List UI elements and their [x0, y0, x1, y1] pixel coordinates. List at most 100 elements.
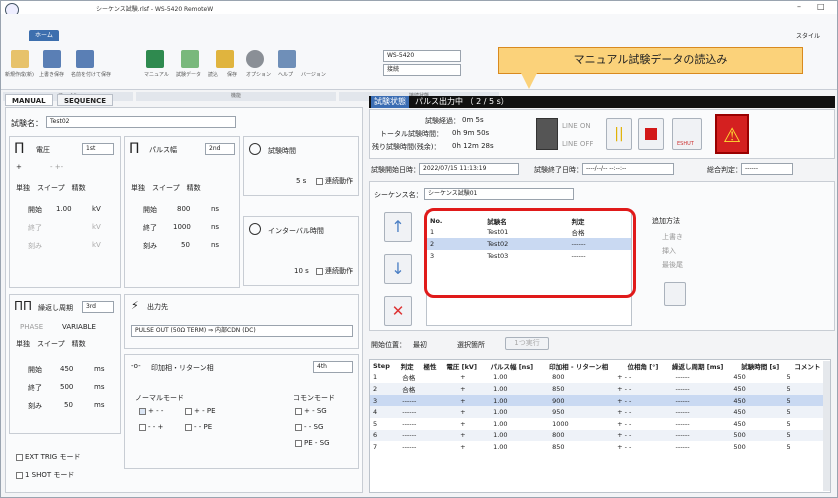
step-row[interactable]: 1 合格 +1.00 800 + - - ------ 450 5	[370, 372, 830, 384]
add-overwrite-radio[interactable]: 上書き	[662, 232, 683, 242]
step-row[interactable]: 7 ------ +1.00 850 + - - ------ 500 5	[370, 441, 830, 453]
model-select[interactable]: WS-5420	[383, 50, 461, 62]
tab-manual[interactable]: MANUAL	[5, 94, 53, 106]
step-table-scrollbar[interactable]	[823, 361, 830, 491]
c1-check[interactable]: + - SG	[295, 407, 327, 415]
move-up-button[interactable]: ↑	[384, 212, 412, 242]
polarity-minus[interactable]: - +-	[50, 163, 63, 171]
load-icon[interactable]	[181, 50, 199, 68]
period-select[interactable]: 3rd	[82, 301, 114, 313]
variable-radio[interactable]: VARIABLE	[62, 323, 96, 331]
pulse-start-value[interactable]: 800	[177, 205, 190, 213]
save-as-icon[interactable]	[76, 50, 94, 68]
step-cell: + - -	[617, 384, 632, 393]
add-insert-radio[interactable]: 挿入	[662, 246, 676, 256]
pulse-sweep-tabs[interactable]: 単独 スイープ 精数	[131, 183, 201, 193]
delete-button[interactable]: ✕	[384, 296, 412, 326]
line-on-label: LINE ON	[562, 122, 591, 130]
switch-select[interactable]: 4th	[313, 361, 353, 373]
period-step-value[interactable]: 50	[64, 401, 73, 409]
minimize-button[interactable]: –	[797, 2, 801, 11]
step-cell: ------	[675, 442, 690, 451]
tab-home[interactable]: ホーム	[29, 30, 59, 41]
start-pos-sel-radio[interactable]: 選択箇所	[457, 340, 485, 350]
ribbon-label: 名前を付けて保存	[71, 72, 112, 78]
step-cell: 7	[373, 442, 378, 451]
period-icon: ΠΠ	[14, 299, 33, 313]
step-cell: 5	[786, 419, 791, 428]
tab-sequence[interactable]: SEQUENCE	[57, 94, 114, 106]
test-time-panel: 試験時間 5 s 連続動作	[243, 136, 359, 196]
voltage-select[interactable]: 1st	[82, 143, 114, 155]
step-row[interactable]: 3 ------ +1.00 900 + - - ------ 450 5	[370, 394, 830, 407]
pulse-start-label: 開始	[143, 206, 157, 214]
step-cell: + - -	[617, 442, 632, 451]
pause-button[interactable]: ||	[606, 118, 632, 150]
step-cell: 5	[786, 373, 791, 382]
status-label: 試験状態	[371, 96, 409, 108]
seq-name-input[interactable]: シーケンス試験01	[424, 188, 574, 200]
c2-check[interactable]: - - SG	[295, 423, 323, 431]
new-file-icon[interactable]	[11, 50, 29, 68]
pulse-step-value[interactable]: 50	[181, 241, 190, 249]
interval-panel: インターバル時間 10 s 連続動作	[243, 216, 359, 286]
pulse-end-value[interactable]: 1000	[173, 223, 191, 231]
step-row[interactable]: 4 ------ +1.00 950 + - - ------ 450 5	[370, 406, 830, 418]
status-bar: 試験状態 パルス出力中 （ 2 / 5 s）	[369, 96, 835, 108]
ext-trig-check[interactable]: EXT TRIG モード	[16, 452, 80, 462]
excel-icon[interactable]	[146, 50, 164, 68]
n3-check[interactable]: - - +	[139, 423, 163, 431]
title-bar: シーケンス試験.rlsf - WS-5420 RemoteW – □	[1, 1, 837, 17]
phase-radio[interactable]: PHASE	[20, 323, 43, 331]
test-time-value[interactable]: 5 s	[296, 177, 306, 185]
n1-check[interactable]: + - -	[139, 407, 163, 415]
c3-check[interactable]: PE - SG	[295, 439, 330, 447]
single-run-button[interactable]: 1つ実行	[505, 337, 549, 350]
eshut-button[interactable]: ESHUT	[672, 118, 702, 150]
start-pos-first-radio[interactable]: 最初	[413, 340, 427, 350]
stop-button[interactable]	[638, 118, 664, 150]
add-last-radio[interactable]: 最後尾	[662, 260, 683, 270]
polarity-plus[interactable]: +	[16, 163, 22, 171]
lock-icon[interactable]	[216, 50, 234, 68]
interval-value[interactable]: 10 s	[294, 267, 309, 275]
n4-label: - - PE	[194, 423, 213, 431]
interval-cont-check[interactable]: 連続動作	[316, 266, 353, 276]
period-step-label: 刻み	[28, 402, 42, 410]
maximize-button[interactable]: □	[817, 2, 825, 11]
n3-label: - - +	[148, 423, 164, 431]
period-start-label: 開始	[28, 366, 42, 374]
save-icon[interactable]	[43, 50, 61, 68]
pulse-select[interactable]: 2nd	[205, 143, 235, 155]
step-row[interactable]: 5 ------ +1.00 1000 + - - ------ 450 5	[370, 418, 830, 430]
interval-cont-label: 連続動作	[325, 267, 353, 275]
voltage-start-value[interactable]: 1.00	[56, 205, 72, 213]
test-name-input[interactable]: Test02	[46, 116, 236, 128]
end-dt-label: 試験終了日時：	[534, 166, 583, 174]
add-button[interactable]	[664, 282, 686, 306]
voltage-step-label: 刻み	[28, 242, 42, 250]
voltage-panel: Π 電圧 1st + - +- 単独 スイープ 精数 開始 1.00 kV 終了…	[9, 136, 121, 288]
add-method-label: 追加方法	[652, 217, 680, 225]
step-row[interactable]: 2 合格 +1.00 850 + - - ------ 450 5	[370, 383, 830, 395]
gear-icon[interactable]	[246, 50, 264, 68]
start-dt-field[interactable]: 2022/07/15 11:13:19	[419, 163, 519, 175]
style-menu[interactable]: スタイル	[796, 31, 820, 40]
test-time-cont-check[interactable]: 連続動作	[316, 176, 353, 186]
output-select[interactable]: PULSE OUT (50Ω TERM) ⇒ 内部CDN (DC)	[131, 325, 353, 337]
period-start-value[interactable]: 450	[60, 365, 73, 373]
ext-trig-label: EXT TRIG モード	[25, 453, 81, 461]
help-icon[interactable]	[278, 50, 296, 68]
n2-check[interactable]: + - PE	[185, 407, 216, 415]
voltage-sweep-tabs[interactable]: 単独 スイープ 精数	[16, 183, 86, 193]
period-sweep-tabs[interactable]: 単独 スイープ 精数	[16, 339, 86, 349]
move-down-button[interactable]: ↓	[384, 254, 412, 284]
step-cell: 450	[733, 419, 746, 428]
step-col: 印加相 - リターン相	[549, 362, 609, 371]
test-name-label: 試験名：	[11, 119, 43, 128]
end-dt-field[interactable]: ----/--/-- --:--:--	[582, 163, 674, 175]
step-row[interactable]: 6 ------ +1.00 800 + - - ------ 500 5	[370, 429, 830, 442]
n4-check[interactable]: - - PE	[185, 423, 212, 431]
period-end-value[interactable]: 500	[60, 383, 73, 391]
one-shot-check[interactable]: 1 SHOT モード	[16, 470, 74, 480]
